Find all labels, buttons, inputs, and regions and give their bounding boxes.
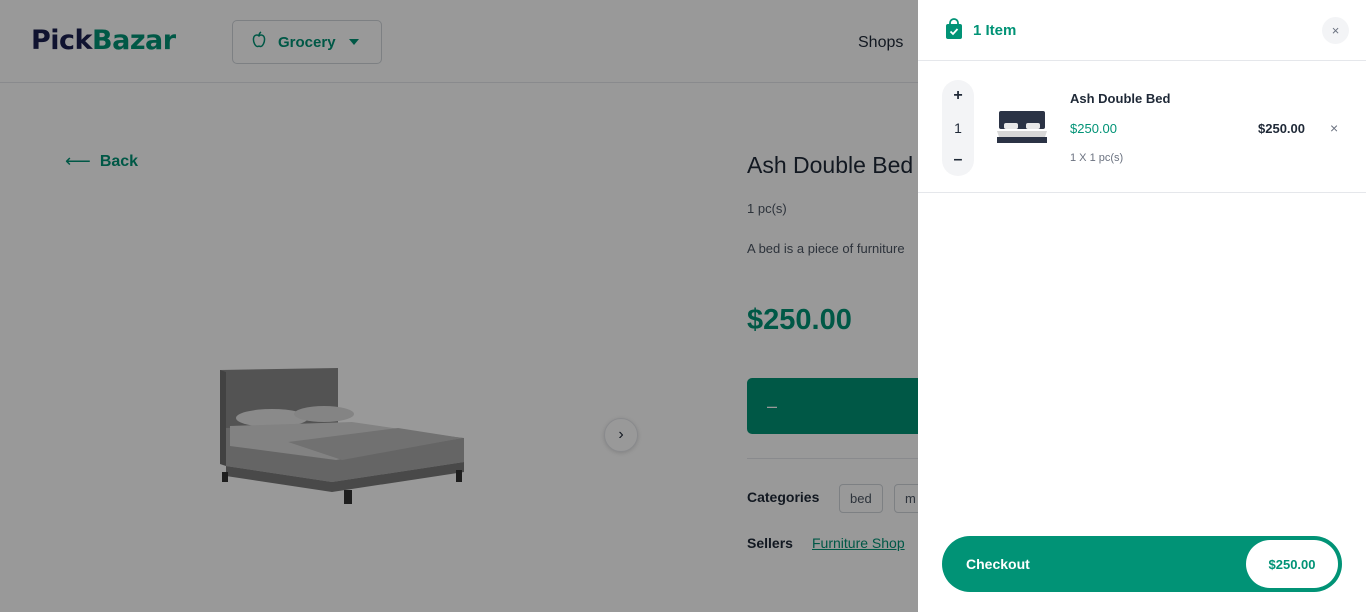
checkout-total: $250.00 [1246, 540, 1338, 588]
close-cart-button[interactable]: × [1322, 17, 1349, 44]
remove-item-button[interactable]: × [1330, 120, 1338, 136]
cart-item-total: $250.00 [1258, 121, 1305, 136]
cart-drawer: 1 Item × + 1 – Ash Double Bed $250.00 1 … [918, 0, 1366, 612]
cart-item-name: Ash Double Bed [1070, 91, 1171, 106]
checkout-button[interactable]: Checkout $250.00 [942, 536, 1342, 592]
decrement-button[interactable]: – [954, 152, 963, 168]
cart-item-thumbnail [996, 105, 1048, 147]
shopping-bag-icon [945, 18, 963, 45]
increment-button[interactable]: + [953, 88, 962, 104]
checkout-label: Checkout [966, 556, 1030, 572]
quantity-stepper: + 1 – [942, 80, 974, 176]
cart-item: + 1 – Ash Double Bed $250.00 1 X 1 pc(s)… [918, 61, 1366, 193]
drawer-overlay[interactable] [0, 0, 918, 612]
cart-header: 1 Item × [918, 0, 1366, 61]
quantity-value: 1 [954, 120, 962, 136]
cart-item-count: 1 Item [973, 22, 1017, 39]
cart-item-quantity-line: 1 X 1 pc(s) [1070, 152, 1124, 164]
close-icon: × [1331, 23, 1340, 38]
cart-item-price: $250.00 [1070, 121, 1117, 136]
